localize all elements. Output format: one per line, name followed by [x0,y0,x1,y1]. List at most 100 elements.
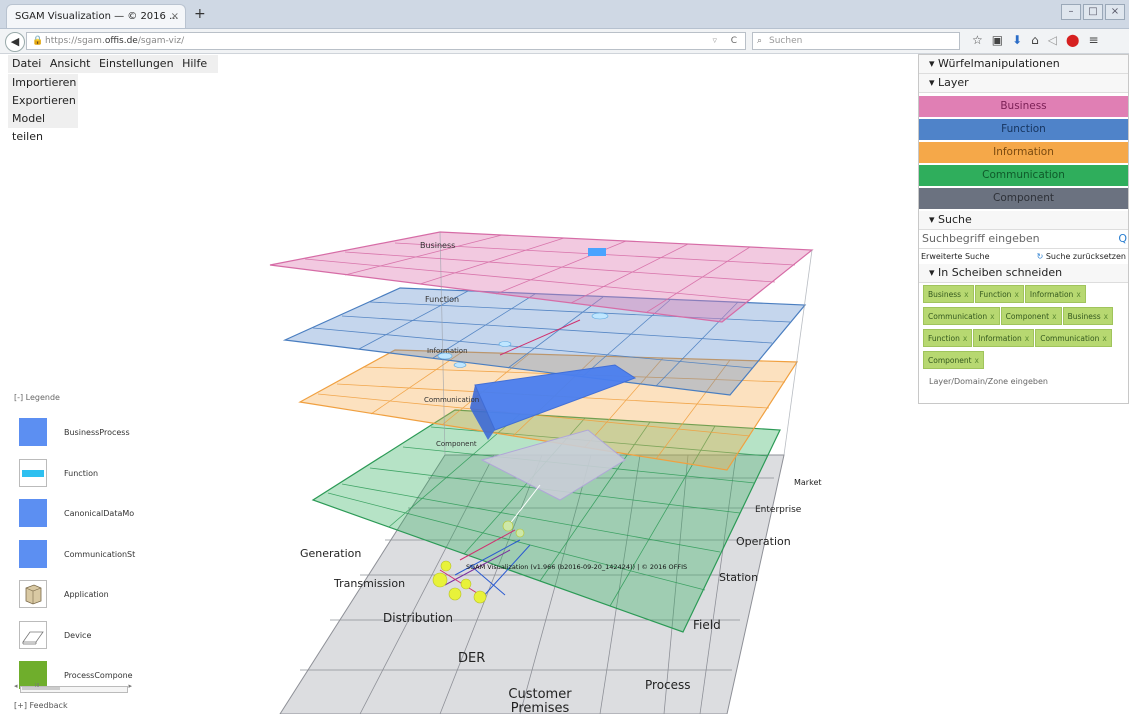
zone-label-market: Market [794,478,822,487]
scroll-left-icon[interactable]: ◂ [14,682,18,690]
slice-tag[interactable]: Function x [974,285,1024,303]
business-process-icon [19,418,47,446]
slice-header-label: In Scheiben schneiden [938,266,1063,279]
search-options: Erweiterte Suche ↻ Suche zurücksetzen [919,249,1128,264]
slice-tag[interactable]: Function x [923,329,973,347]
slice-tag-label: Business [1067,312,1101,321]
reset-search-button[interactable]: ↻ Suche zurücksetzen [1037,249,1126,264]
layer-label-function: Function [425,295,459,304]
communication-standard-icon [19,539,47,568]
slice-tag-label: Information [1029,290,1074,299]
slice-tag-label: Component [1005,312,1050,321]
domain-label-transmission: Transmission [333,577,405,590]
slice-tag[interactable]: Component x [1000,307,1062,325]
legend-label: CommunicationSt [64,549,136,559]
zone-label-field: Field [693,618,721,632]
domain-label-customer-premises: Customer Premises [508,687,572,714]
remove-tag-icon[interactable]: x [990,312,994,321]
domain-label-premises: Premises [511,701,570,714]
layer-label-business: Business [420,241,455,250]
remove-tag-icon[interactable]: x [1102,334,1106,343]
function-icon-bar [22,469,44,477]
legend-header[interactable]: [-] Legende [14,393,134,402]
remove-tag-icon[interactable]: x [963,334,967,343]
layer-button-component[interactable]: Component [919,188,1128,209]
search-input-placeholder: Suchbegriff eingeben [922,232,1040,245]
zone-label-station: Station [719,571,758,584]
slice-tag[interactable]: Information x [1024,285,1086,303]
legend-label: CanonicalDataMo [64,509,135,518]
legend-scrollbar[interactable]: ◂ III ▸ [14,682,132,693]
remove-tag-icon[interactable]: x [975,356,979,365]
legend-item: Function [14,449,134,489]
search-header[interactable]: ▾ Suche [919,211,1128,230]
layer-button-communication[interactable]: Communication [919,165,1128,186]
legend-item: Device [14,611,134,651]
legend-item: BusinessProcess [14,408,134,448]
layer-button-business[interactable]: Business [919,96,1128,117]
layer-label-communication: Communication [424,396,479,404]
function-icon [19,458,47,487]
slice-tag-label: Communication [928,312,988,321]
legend-label: Device [64,630,92,640]
slice-tag-label: Function [979,290,1012,299]
slice-tag[interactable]: Business x [923,285,974,303]
zone-label-enterprise: Enterprise [755,505,802,515]
slice-input[interactable]: Layer/Domain/Zone eingeben [919,373,1128,386]
layer-header[interactable]: ▾ Layer [919,74,1128,93]
slice-tag[interactable]: Communication x [1035,329,1112,347]
slice-tag[interactable]: Information x [973,329,1035,347]
control-panel: ▾ Würfelmanipulationen ▾ Layer Business … [918,54,1129,404]
domain-label-distribution: Distribution [383,611,453,625]
layer-buttons: Business Function Information Communicat… [919,93,1128,209]
domain-label-generation: Generation [300,547,361,560]
reset-icon: ↻ [1036,252,1044,261]
device-icon [19,620,47,649]
slice-tag-label: Function [928,334,960,343]
domain-label-der: DER [458,651,485,666]
legend-item: Application [14,570,134,610]
slice-tag-label: Communication [1040,334,1100,343]
slice-tags: Business x Function x Information xCommunicat… [919,283,1128,373]
layer-label-information: Information [427,347,468,355]
cube-manipulation-label: Würfelmanipulationen [938,57,1060,70]
search-header-label: Suche [938,213,972,226]
domain-label-customer: Customer [508,687,572,702]
search-icon[interactable]: Q [1118,230,1127,248]
reset-search-label: Suche zurücksetzen [1045,252,1126,261]
advanced-search-link[interactable]: Erweiterte Suche [921,252,990,261]
slice-tag[interactable]: Communication x [923,307,1000,325]
search-input[interactable]: Suchbegriff eingeben Q [919,230,1128,249]
legend-item: CanonicalDataMo [14,489,134,529]
business-process-element[interactable] [588,248,606,256]
application-icon-shape [25,584,42,605]
layer-button-information[interactable]: Information [919,142,1128,163]
cube-manipulation-header[interactable]: ▾ Würfelmanipulationen [919,55,1128,74]
slice-tag[interactable]: Business x [1062,307,1114,325]
canonical-data-model-icon [19,499,47,527]
slice-header[interactable]: ▾ In Scheiben schneiden [919,264,1128,283]
scroll-thumb[interactable]: III [22,683,60,690]
slice-tag-label: Business [928,290,962,299]
layer-button-function[interactable]: Function [919,119,1128,140]
legend-label: Application [64,590,109,599]
slice-tag-label: Component [928,356,972,365]
legend-label: Function [64,468,99,478]
watermark-text: SGAM Visualization (v1.966 (b2016-09-20_… [466,563,687,571]
feedback-link[interactable]: [+] Feedback [14,701,68,710]
slice-tag[interactable]: Component x [923,351,984,369]
remove-tag-icon[interactable]: x [1052,312,1056,321]
device-icon-shape [22,631,44,644]
zone-label-operation: Operation [736,535,791,548]
application-icon [19,580,47,608]
zone-label-process: Process [645,678,691,692]
remove-tag-icon[interactable]: x [1025,334,1029,343]
remove-tag-icon[interactable]: x [1014,290,1018,299]
legend-panel: [-] Legende BusinessProcess Function Can… [14,393,136,692]
legend-label: ProcessCompone [64,671,133,680]
remove-tag-icon[interactable]: x [1104,312,1108,321]
scroll-right-icon[interactable]: ▸ [128,682,132,690]
remove-tag-icon[interactable]: x [964,290,968,299]
legend-label: BusinessProcess [64,428,130,437]
remove-tag-icon[interactable]: x [1076,290,1080,299]
